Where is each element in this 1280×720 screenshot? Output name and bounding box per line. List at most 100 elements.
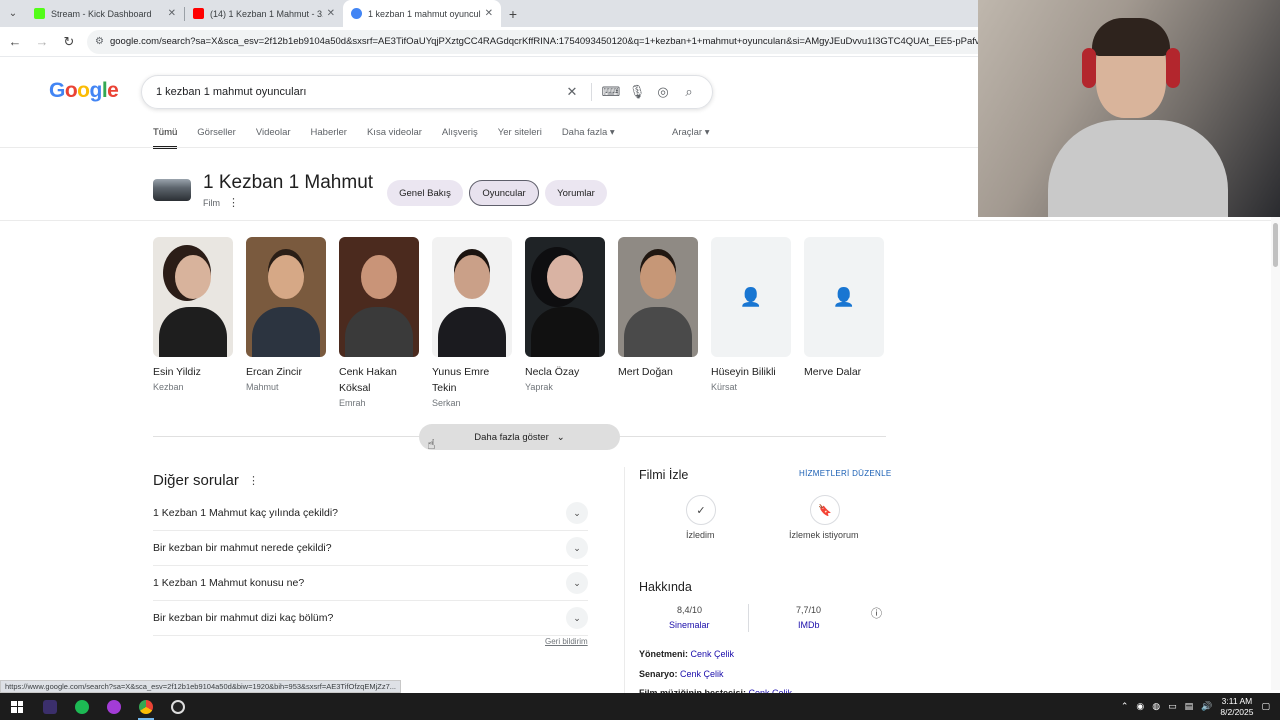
cast-name[interactable]: Hüseyin Bilikli: [711, 364, 791, 380]
want-to-watch-label[interactable]: İzlemek istiyorum: [789, 530, 859, 540]
chevron-down-icon[interactable]: ⌄: [566, 572, 588, 594]
question-text: 1 Kezban 1 Mahmut kaç yılında çekildi?: [153, 507, 339, 519]
director-link[interactable]: Cenk Çelik: [691, 649, 735, 659]
edit-services-link[interactable]: HİZMETLERİ DÜZENLE: [799, 469, 892, 478]
about-title: Hakkında: [639, 580, 692, 594]
messenger-glyph: [107, 699, 121, 714]
microphone-icon[interactable]: 🎙: [624, 84, 650, 100]
cast-name[interactable]: Yunus Emre Tekin: [432, 364, 512, 396]
cast-member[interactable]: Yunus Emre Tekin Serkan: [432, 237, 512, 410]
rating-source-link[interactable]: Sinemalar: [669, 620, 710, 630]
want-to-watch-button[interactable]: 🔖: [810, 495, 840, 525]
chevron-up-icon[interactable]: ⌃: [1121, 701, 1129, 712]
filter-all[interactable]: Tümü: [153, 127, 178, 149]
search-query[interactable]: 1 kezban 1 mahmut oyuncuları: [156, 86, 559, 98]
question-item[interactable]: Bir kezban bir mahmut nerede çekildi? ⌄: [153, 531, 588, 566]
tools-button[interactable]: Araçlar ▾: [672, 127, 710, 138]
browser-tab-youtube[interactable]: (14) 1 Kezban 1 Mahmut - 3. Bölüm ✕: [185, 0, 343, 27]
show-more-button[interactable]: Daha fazla göster ⌄: [419, 424, 620, 450]
page-scrollbar[interactable]: [1271, 217, 1280, 690]
new-tab-icon[interactable]: +: [501, 0, 525, 27]
close-tab-icon[interactable]: ✕: [327, 8, 335, 19]
close-tab-icon[interactable]: ✕: [485, 8, 493, 19]
watched-label[interactable]: İzledim: [686, 530, 715, 540]
lens-icon[interactable]: ◎: [650, 84, 676, 100]
cast-photo[interactable]: [525, 237, 605, 357]
discord-icon[interactable]: ◉: [1136, 701, 1144, 712]
windows-start-icon[interactable]: [0, 693, 34, 720]
filter-images[interactable]: Görseller: [197, 127, 236, 149]
cast-name[interactable]: Necla Özay: [525, 364, 605, 380]
feedback-link[interactable]: Geri bildirim: [545, 637, 588, 646]
scrollbar-thumb[interactable]: [1273, 223, 1278, 267]
search-input[interactable]: 1 kezban 1 mahmut oyuncuları ✕ ⌨ 🎙 ◎ ⌕: [141, 75, 713, 109]
cast-member[interactable]: 👤 Hüseyin Bilikli Kürsat: [711, 237, 791, 410]
volume-icon[interactable]: 🔊: [1201, 701, 1212, 712]
clock[interactable]: 3:11 AM 8/2/2025: [1220, 696, 1253, 718]
question-item[interactable]: Bir kezban bir mahmut dizi kaç bölüm? ⌄: [153, 601, 588, 636]
chrome-icon[interactable]: [130, 693, 162, 720]
obs-icon[interactable]: [162, 693, 194, 720]
chip-cast[interactable]: Oyuncular: [469, 180, 539, 206]
cast-member[interactable]: Necla Özay Yaprak: [525, 237, 605, 410]
cast-name[interactable]: Ercan Zincir: [246, 364, 326, 380]
chevron-down-icon[interactable]: ⌄: [566, 537, 588, 559]
filter-places[interactable]: Yer siteleri: [498, 127, 542, 149]
cast-photo[interactable]: [339, 237, 419, 357]
cast-role: Yaprak: [525, 382, 553, 392]
info-icon[interactable]: ⓘ: [871, 605, 882, 621]
cast-member[interactable]: Esin Yildiz Kezban: [153, 237, 233, 410]
cast-member[interactable]: Mert Doğan: [618, 237, 698, 410]
question-item[interactable]: 1 Kezban 1 Mahmut kaç yılında çekildi? ⌄: [153, 496, 588, 531]
forward-icon[interactable]: →: [30, 30, 54, 54]
cast-member[interactable]: 👤 Merve Dalar: [804, 237, 884, 410]
notification-icon[interactable]: ▢: [1261, 701, 1270, 712]
usb-icon[interactable]: ▭: [1168, 701, 1177, 712]
chevron-down-icon[interactable]: ⌄: [566, 502, 588, 524]
browser-tab-google[interactable]: 1 kezban 1 mahmut oyuncuları ✕: [343, 0, 501, 27]
app-icon[interactable]: [34, 693, 66, 720]
filter-short-videos[interactable]: Kısa videolar: [367, 127, 422, 149]
chip-overview[interactable]: Genel Bakış: [387, 180, 463, 206]
filter-shopping[interactable]: Alışveriş: [442, 127, 478, 149]
question-item[interactable]: 1 Kezban 1 Mahmut konusu ne? ⌄: [153, 566, 588, 601]
filter-news[interactable]: Haberler: [311, 127, 347, 149]
writer-link[interactable]: Cenk Çelik: [680, 669, 724, 679]
browser-tab-kick[interactable]: Stream - Kick Dashboard ✕: [26, 0, 184, 27]
cast-name[interactable]: Mert Doğan: [618, 364, 698, 380]
messenger-icon[interactable]: [98, 693, 130, 720]
cast-photo-placeholder[interactable]: 👤: [804, 237, 884, 357]
filter-more[interactable]: Daha fazla ▾: [562, 127, 615, 149]
more-options-icon[interactable]: ⋮: [248, 474, 259, 487]
watched-button[interactable]: ✓: [686, 495, 716, 525]
cast-photo[interactable]: [618, 237, 698, 357]
cast-name[interactable]: Cenk Hakan Köksal: [339, 364, 419, 396]
search-icon[interactable]: ⌕: [676, 84, 702, 100]
chevron-down-icon[interactable]: ⌄: [566, 607, 588, 629]
reload-icon[interactable]: ↻: [57, 30, 81, 54]
cast-photo[interactable]: [153, 237, 233, 357]
cast-member[interactable]: Ercan Zincir Mahmut: [246, 237, 326, 410]
cast-member[interactable]: Cenk Hakan Köksal Emrah: [339, 237, 419, 410]
close-tab-icon[interactable]: ✕: [168, 8, 176, 19]
clear-icon[interactable]: ✕: [559, 84, 585, 100]
steam-icon[interactable]: ◍: [1152, 701, 1160, 712]
tab-search-icon[interactable]: ⌄: [0, 0, 26, 27]
spotify-icon[interactable]: [66, 693, 98, 720]
more-options-icon[interactable]: ⋮: [228, 196, 239, 209]
network-icon[interactable]: ▤: [1185, 701, 1194, 712]
keyboard-icon[interactable]: ⌨: [598, 84, 624, 100]
site-info-icon[interactable]: ⚙: [95, 36, 104, 47]
chip-reviews[interactable]: Yorumlar: [545, 180, 607, 206]
filter-videos[interactable]: Videolar: [256, 127, 291, 149]
back-icon[interactable]: ←: [3, 30, 27, 54]
cast-name[interactable]: Merve Dalar: [804, 364, 884, 380]
cast-photo[interactable]: [246, 237, 326, 357]
cast-photo-placeholder[interactable]: 👤: [711, 237, 791, 357]
cast-photo[interactable]: [432, 237, 512, 357]
cast-name[interactable]: Esin Yildiz: [153, 364, 233, 380]
google-logo[interactable]: Google: [49, 79, 119, 103]
taskbar: ⌃ ◉ ◍ ▭ ▤ 🔊 3:11 AM 8/2/2025 ▢: [0, 693, 1280, 720]
rating-source-link[interactable]: IMDb: [798, 620, 820, 630]
movie-thumbnail[interactable]: [153, 179, 191, 201]
